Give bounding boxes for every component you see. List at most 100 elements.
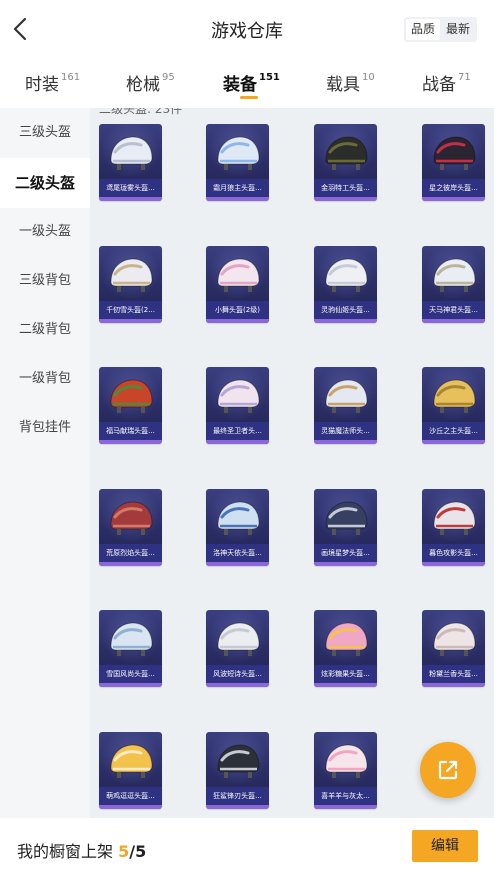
sidebar-item-level2-helmet[interactable]: 二级头盔: [0, 158, 90, 208]
item-card[interactable]: 霜月狼主头盔...: [206, 124, 269, 201]
helmet-icon: [433, 136, 476, 170]
helmet-icon: [217, 136, 260, 170]
item-name: 粉黛兰香头盔...: [422, 665, 485, 683]
helmet-icon: [325, 501, 368, 535]
rarity-bar: [206, 562, 269, 566]
share-button[interactable]: [420, 742, 476, 798]
rarity-bar: [206, 440, 269, 444]
rarity-bar: [99, 440, 162, 444]
sort-option-latest[interactable]: 最新: [441, 19, 475, 40]
tab-label: 枪械: [126, 75, 160, 95]
item-name: 最终圣卫者头...: [206, 422, 269, 440]
item-card[interactable]: 粉黛兰香头盔...: [422, 610, 485, 687]
helmet-icon: [217, 258, 260, 292]
showcase-status: 我的橱窗上架 5/5: [17, 838, 146, 862]
item-card[interactable]: 沙丘之主头盔...: [422, 367, 485, 444]
tab-label: 载具: [326, 75, 360, 95]
item-name: 暮色攻影头盔...: [422, 544, 485, 562]
item-card[interactable]: 灵猫魔法师头...: [314, 367, 377, 444]
sidebar-item-level1-helmet[interactable]: 一级头盔: [0, 207, 90, 257]
sidebar-item-backpack-charm[interactable]: 背包挂件: [0, 403, 90, 453]
item-name: 沙丘之主头盔...: [422, 422, 485, 440]
item-card[interactable]: 喜羊羊与灰太...: [314, 732, 377, 809]
helmet-icon: [325, 258, 368, 292]
item-name: 福马献瑞头盔...: [99, 422, 162, 440]
item-card[interactable]: 最终圣卫者头...: [206, 367, 269, 444]
helmet-icon: [325, 379, 368, 413]
edit-button[interactable]: 编辑: [412, 830, 478, 862]
section-label: 二级头盔: 23件: [99, 108, 183, 116]
item-card[interactable]: 风波短诗头盔...: [206, 610, 269, 687]
tab-supplies[interactable]: 战备 71: [422, 70, 471, 95]
item-name: 霜月狼主头盔...: [206, 179, 269, 197]
helmet-icon: [325, 622, 368, 656]
tab-equipment[interactable]: 装备 151: [223, 70, 280, 95]
helmet-icon: [217, 622, 260, 656]
item-card[interactable]: 星之彼岸头盔...: [422, 124, 485, 201]
item-card[interactable]: 天马神君头盔...: [422, 246, 485, 323]
item-card[interactable]: 雪国风尚头盔...: [99, 610, 162, 687]
item-card[interactable]: 炫彩糖果头盔...: [314, 610, 377, 687]
item-card[interactable]: 金羽特工头盔...: [314, 124, 377, 201]
showcase-current-count: 5: [118, 842, 130, 861]
item-card[interactable]: 画境星梦头盔...: [314, 489, 377, 566]
helmet-icon: [325, 136, 368, 170]
item-name: 金羽特工头盔...: [314, 179, 377, 197]
rarity-bar: [314, 197, 377, 201]
tab-count: 10: [362, 72, 375, 84]
tab-label: 战备: [422, 75, 456, 95]
rarity-bar: [422, 197, 485, 201]
helmet-icon: [433, 258, 476, 292]
item-card[interactable]: 千仞雪头盔(2...: [99, 246, 162, 323]
helmet-icon: [217, 501, 260, 535]
sidebar-item-level3-helmet[interactable]: 三级头盔: [0, 108, 90, 158]
helmet-icon: [325, 744, 368, 778]
tab-count: 151: [259, 72, 280, 84]
item-name: 荒原烈焰头盔...: [99, 544, 162, 562]
tab-label: 装备: [223, 75, 257, 95]
item-name: 天马神君头盔...: [422, 301, 485, 319]
rarity-bar: [99, 562, 162, 566]
helmet-icon: [110, 744, 153, 778]
item-name: 狂鲨锋刃头盔...: [206, 787, 269, 805]
active-tab-indicator: [240, 96, 258, 99]
sidebar-item-level1-backpack[interactable]: 一级背包: [0, 354, 90, 404]
sidebar-item-level2-backpack[interactable]: 二级背包: [0, 305, 90, 355]
item-card[interactable]: 荒原烈焰头盔...: [99, 489, 162, 566]
item-name: 画境星梦头盔...: [314, 544, 377, 562]
tab-outfits[interactable]: 时装 161: [25, 70, 80, 95]
item-grid: 二级头盔: 23件 鸢尾珑雾头盔... 霜月狼主头盔... 金羽特工头盔... 星之彼…: [90, 108, 494, 818]
item-card[interactable]: 鸢尾珑雾头盔...: [99, 124, 162, 201]
rarity-bar: [206, 197, 269, 201]
tab-label: 时装: [25, 75, 59, 95]
helmet-icon: [217, 379, 260, 413]
rarity-bar: [206, 683, 269, 687]
showcase-label: 我的橱窗上架: [17, 842, 114, 861]
tab-guns[interactable]: 枪械 95: [126, 70, 175, 95]
item-card[interactable]: 狂鲨锋刃头盔...: [206, 732, 269, 809]
item-card[interactable]: 暮色攻影头盔...: [422, 489, 485, 566]
item-name: 喜羊羊与灰太...: [314, 787, 377, 805]
item-card[interactable]: 灵驹仙姬头盔...: [314, 246, 377, 323]
item-card[interactable]: 洛神天依头盔...: [206, 489, 269, 566]
item-card[interactable]: 福马献瑞头盔...: [99, 367, 162, 444]
header: 游戏仓库 品质 最新: [0, 0, 494, 58]
showcase-total-count: 5: [135, 842, 147, 861]
rarity-bar: [314, 805, 377, 809]
item-name: 炫彩糖果头盔...: [314, 665, 377, 683]
item-card[interactable]: 小舞头盔(2级): [206, 246, 269, 323]
rarity-bar: [99, 197, 162, 201]
item-name: 萌鸡逗逗头盔...: [99, 787, 162, 805]
sidebar-item-level3-backpack[interactable]: 三级背包: [0, 256, 90, 306]
tab-vehicles[interactable]: 载具 10: [326, 70, 375, 95]
tab-count: 95: [162, 72, 175, 84]
item-name: 鸢尾珑雾头盔...: [99, 179, 162, 197]
rarity-bar: [206, 319, 269, 323]
item-card[interactable]: 萌鸡逗逗头盔...: [99, 732, 162, 809]
helmet-icon: [217, 744, 260, 778]
sort-option-quality[interactable]: 品质: [406, 19, 440, 40]
rarity-bar: [422, 440, 485, 444]
item-name: 风波短诗头盔...: [206, 665, 269, 683]
item-name: 雪国风尚头盔...: [99, 665, 162, 683]
helmet-icon: [110, 622, 153, 656]
